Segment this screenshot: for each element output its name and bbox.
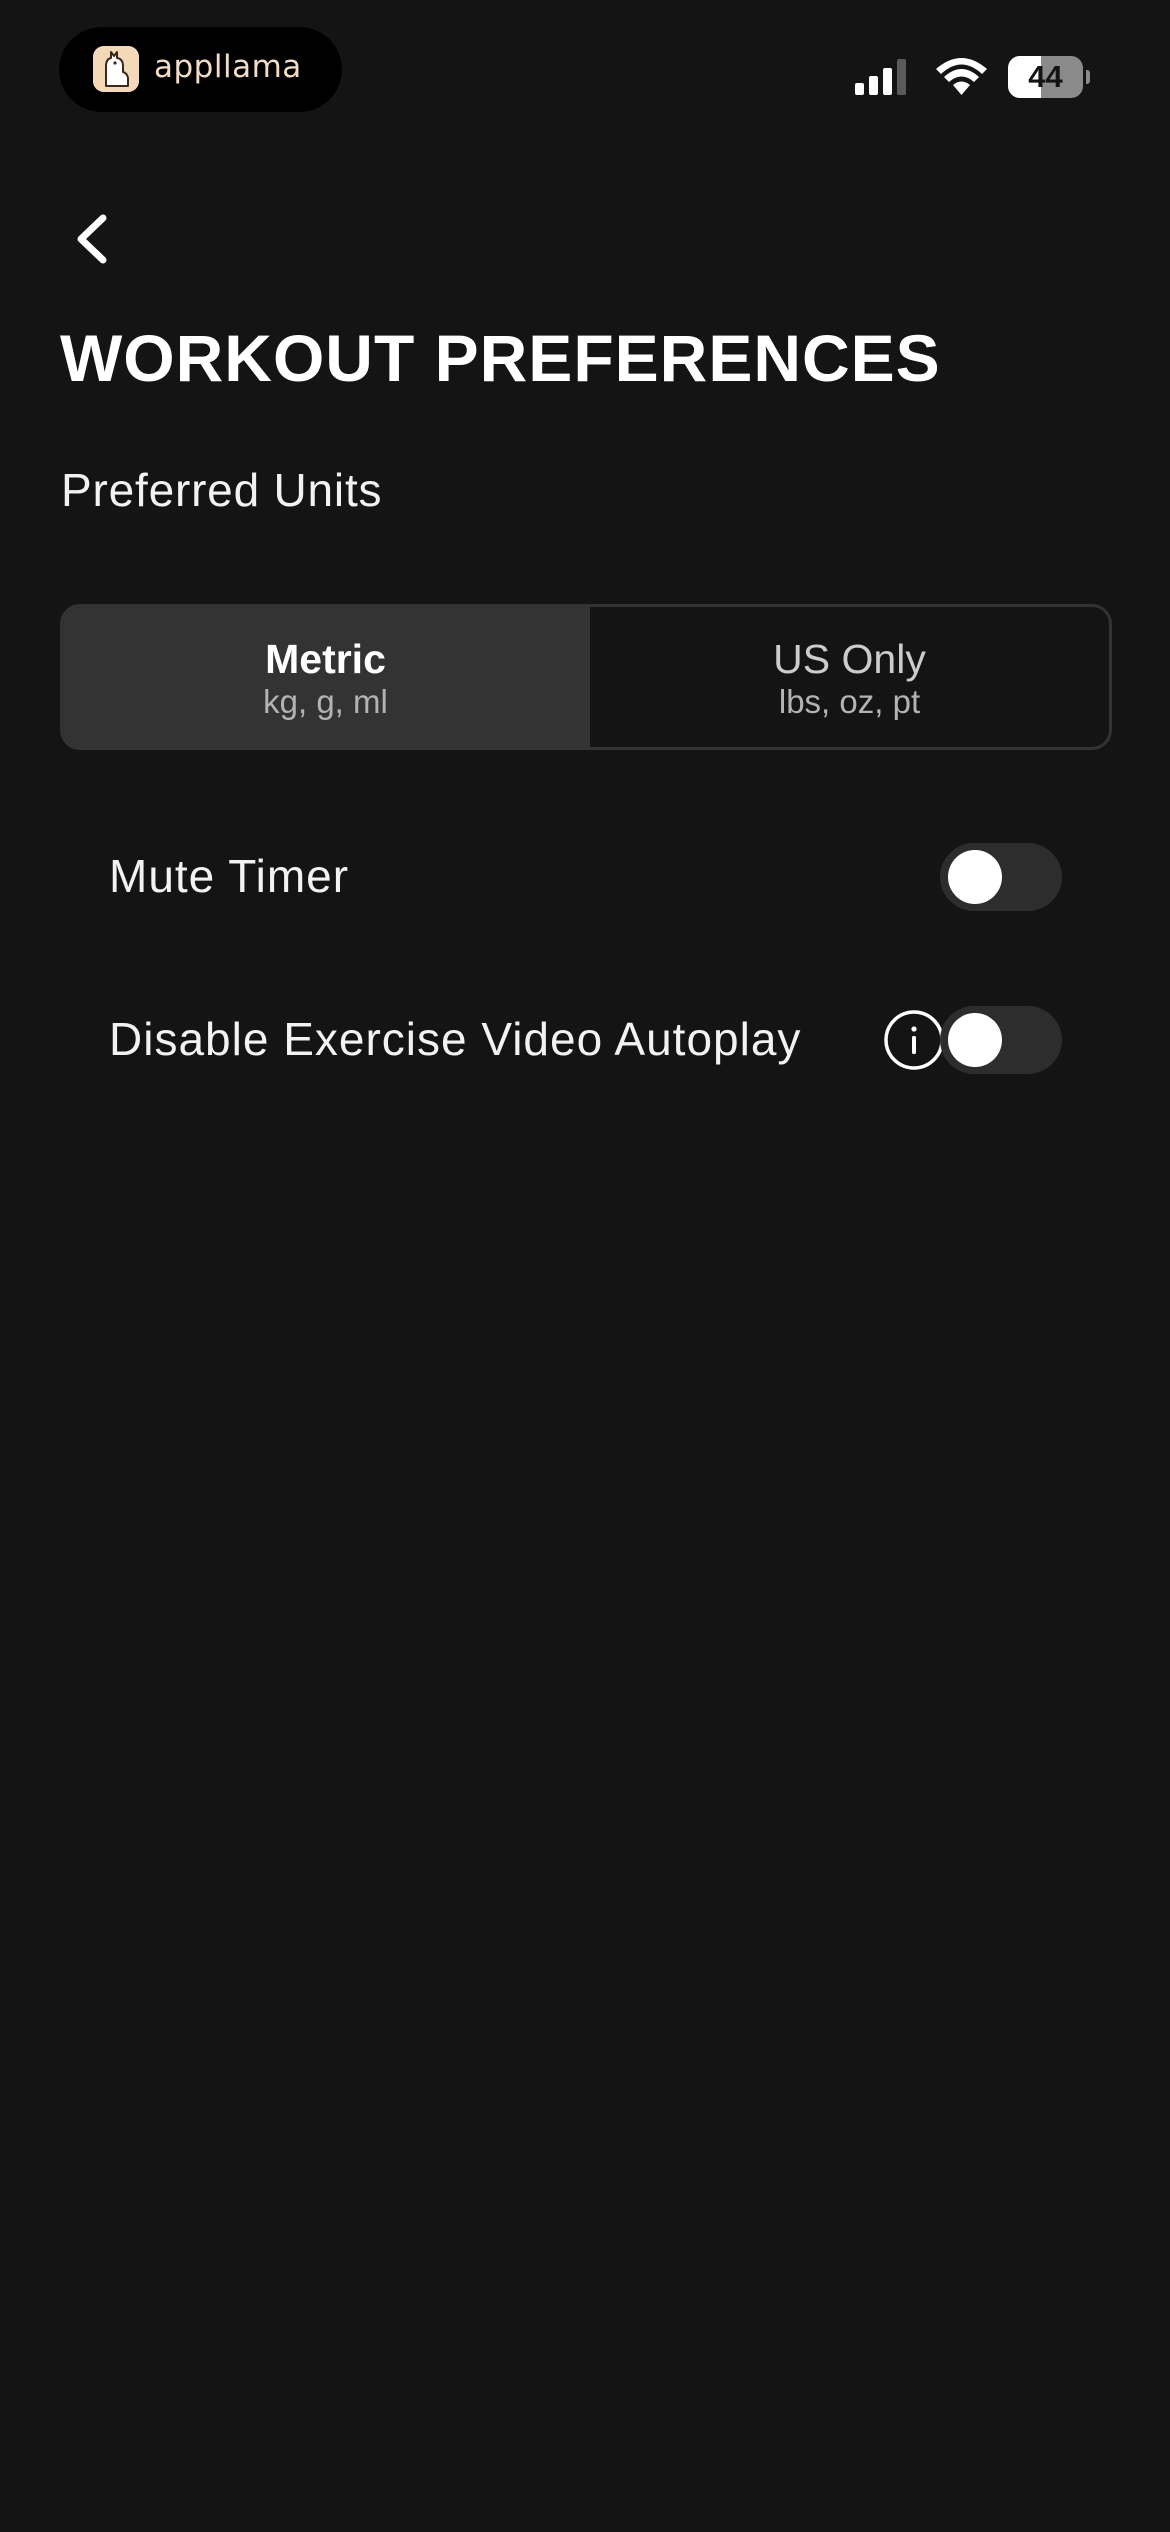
wifi-icon [934, 57, 989, 97]
app-indicator-pill[interactable]: appllama [59, 27, 342, 112]
segment-us-only[interactable]: US Only lbs, oz, pt [590, 607, 1109, 747]
segment-metric[interactable]: Metric kg, g, ml [63, 607, 588, 747]
setting-row-disable-autoplay: Disable Exercise Video Autoplay [0, 990, 1170, 1090]
battery-level: 44 [1028, 59, 1063, 94]
toggle-knob [948, 850, 1002, 904]
segment-us-only-subtitle: lbs, oz, pt [778, 683, 921, 720]
back-button[interactable] [60, 200, 130, 280]
chevron-left-icon [77, 214, 107, 264]
units-segmented-control: Metric kg, g, ml US Only lbs, oz, pt [60, 604, 1112, 750]
mute-timer-toggle[interactable] [940, 843, 1062, 911]
mute-timer-label: Mute Timer [109, 850, 350, 902]
segment-metric-subtitle: kg, g, ml [263, 683, 388, 720]
segment-us-only-title: US Only [773, 636, 926, 682]
app-name: appllama [154, 49, 302, 85]
signal-icon [855, 57, 915, 97]
status-bar: appllama 44 [0, 0, 1170, 150]
preferred-units-label: Preferred Units [61, 464, 383, 516]
page-title: WORKOUT PREFERENCES [60, 321, 941, 395]
setting-row-mute-timer: Mute Timer [0, 827, 1170, 927]
battery-icon: 44 [1008, 56, 1090, 98]
segment-metric-title: Metric [265, 636, 386, 682]
toggle-knob [948, 1013, 1002, 1067]
disable-autoplay-toggle[interactable] [940, 1006, 1062, 1074]
llama-logo-icon [93, 46, 139, 92]
disable-autoplay-label: Disable Exercise Video Autoplay [109, 1013, 802, 1065]
info-icon[interactable] [882, 1008, 946, 1072]
